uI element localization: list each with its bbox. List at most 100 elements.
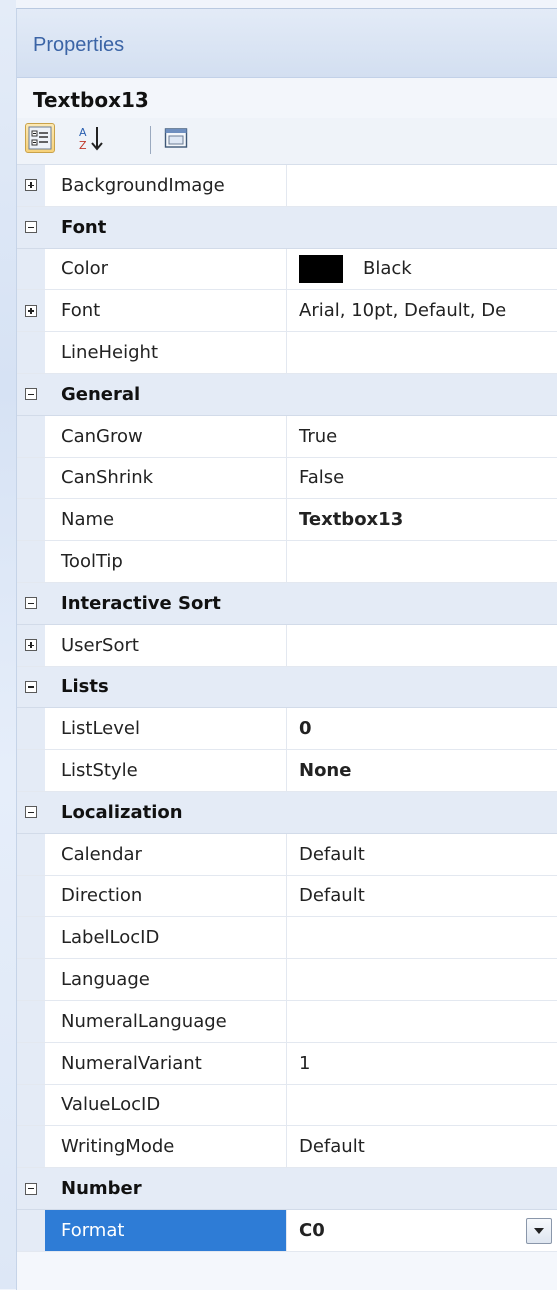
alphabetical-button[interactable]: A Z	[77, 123, 107, 153]
property-name[interactable]: CanShrink	[45, 457, 287, 499]
property-name[interactable]: Format	[45, 1209, 287, 1251]
property-value[interactable]: None	[287, 750, 557, 791]
property-value[interactable]	[287, 541, 557, 582]
category-number[interactable]: Number	[17, 1168, 557, 1210]
property-value[interactable]	[287, 332, 557, 373]
property-row-font[interactable]: Font Arial, 10pt, Default, De	[17, 290, 557, 333]
property-row-direction[interactable]: Direction Default	[17, 875, 557, 918]
property-value[interactable]: Default	[287, 834, 557, 875]
property-name[interactable]: Language	[45, 959, 287, 1000]
property-value[interactable]	[287, 959, 557, 1000]
collapse-icon[interactable]	[25, 806, 37, 819]
object-selector[interactable]: Textbox13	[17, 78, 557, 118]
property-name[interactable]: Font	[45, 290, 287, 332]
property-name[interactable]: NumeralLanguage	[45, 1000, 287, 1042]
gutter	[17, 1000, 45, 1042]
property-row-numeralvariant[interactable]: NumeralVariant 1	[17, 1042, 557, 1085]
property-value-text: Default	[299, 885, 365, 907]
svg-text:Z: Z	[79, 139, 87, 152]
property-row-language[interactable]: Language	[17, 959, 557, 1001]
gutter	[17, 206, 45, 248]
gutter	[17, 1084, 45, 1126]
property-name[interactable]: ListLevel	[45, 708, 287, 750]
property-name[interactable]: NumeralVariant	[45, 1042, 287, 1084]
category-label: Number	[61, 1178, 142, 1200]
property-pages-button[interactable]	[161, 123, 191, 153]
gutter	[17, 541, 45, 582]
property-name[interactable]: BackgroundImage	[45, 165, 287, 206]
collapse-icon[interactable]	[25, 221, 37, 234]
property-value[interactable]	[287, 625, 557, 666]
property-value[interactable]	[287, 1085, 557, 1126]
property-row-color[interactable]: Color Black	[17, 248, 557, 291]
gutter	[17, 833, 45, 875]
property-value[interactable]: Textbox13	[287, 499, 557, 540]
property-row-listlevel[interactable]: ListLevel 0	[17, 708, 557, 751]
property-value-text: Black	[363, 258, 412, 280]
property-name[interactable]: Direction	[45, 875, 287, 917]
gutter	[17, 582, 45, 624]
expand-icon[interactable]	[25, 639, 37, 652]
property-name[interactable]: Calendar	[45, 833, 287, 875]
property-row-format[interactable]: Format C0	[17, 1209, 557, 1252]
property-value[interactable]: True	[287, 416, 557, 457]
property-value-text: Default	[299, 843, 365, 865]
dropdown-arrow-button[interactable]	[526, 1217, 552, 1244]
property-value[interactable]: Black	[287, 249, 557, 290]
collapse-icon[interactable]	[25, 1182, 37, 1195]
property-name[interactable]: ValueLocID	[45, 1084, 287, 1126]
gutter	[17, 457, 45, 499]
category-interactive-sort[interactable]: Interactive Sort	[17, 582, 557, 625]
gutter	[17, 624, 45, 666]
properties-panel: Properties Textbox13 A Z BackgroundImage…	[16, 8, 557, 1290]
property-value-text: 1	[299, 1052, 311, 1074]
collapse-icon[interactable]	[25, 597, 37, 610]
property-value[interactable]: Default	[287, 1126, 557, 1167]
property-row-tooltip[interactable]: ToolTip	[17, 541, 557, 583]
property-value[interactable]	[287, 1001, 557, 1042]
property-row-cangrow[interactable]: CanGrow True	[17, 415, 557, 458]
property-row-canshrink[interactable]: CanShrink False	[17, 457, 557, 500]
property-row-backgroundimage[interactable]: BackgroundImage	[17, 165, 557, 207]
property-row-numerallanguage[interactable]: NumeralLanguage	[17, 1000, 557, 1043]
property-row-usersort[interactable]: UserSort	[17, 624, 557, 667]
property-name[interactable]: WritingMode	[45, 1126, 287, 1168]
property-name[interactable]: CanGrow	[45, 415, 287, 457]
property-value[interactable]: C0	[287, 1210, 557, 1251]
property-value[interactable]: Arial, 10pt, Default, De	[287, 290, 557, 331]
property-value[interactable]	[287, 165, 557, 206]
property-value[interactable]: False	[287, 458, 557, 499]
property-row-labellocid[interactable]: LabelLocID	[17, 917, 557, 960]
property-name[interactable]: LabelLocID	[45, 917, 287, 959]
property-row-calendar[interactable]: Calendar Default	[17, 833, 557, 876]
property-value[interactable]: 0	[287, 708, 557, 749]
categorized-button[interactable]	[25, 123, 55, 153]
property-name[interactable]: ToolTip	[45, 541, 287, 582]
category-localization[interactable]: Localization	[17, 791, 557, 834]
property-value[interactable]: Default	[287, 876, 557, 917]
collapse-icon[interactable]	[25, 388, 37, 401]
property-name[interactable]: Name	[45, 499, 287, 541]
property-row-lineheight[interactable]: LineHeight	[17, 332, 557, 374]
property-name[interactable]: ListStyle	[45, 750, 287, 791]
category-font[interactable]: Font	[17, 206, 557, 249]
gutter	[17, 165, 45, 206]
expand-icon[interactable]	[25, 304, 37, 317]
property-value[interactable]	[287, 917, 557, 958]
property-pages-icon	[164, 128, 188, 148]
property-name[interactable]: LineHeight	[45, 332, 287, 373]
category-general[interactable]: General	[17, 373, 557, 416]
collapse-icon[interactable]	[25, 680, 37, 693]
property-value-text: True	[299, 425, 338, 447]
property-name[interactable]: UserSort	[45, 624, 287, 666]
property-value[interactable]: 1	[287, 1043, 557, 1084]
category-label: Font	[61, 216, 107, 238]
property-row-name[interactable]: Name Textbox13	[17, 499, 557, 542]
property-row-liststyle[interactable]: ListStyle None	[17, 750, 557, 792]
property-row-valuelocid[interactable]: ValueLocID	[17, 1084, 557, 1127]
expand-icon[interactable]	[25, 179, 37, 192]
background-decoration	[0, 0, 16, 1289]
property-name[interactable]: Color	[45, 248, 287, 290]
property-row-writingmode[interactable]: WritingMode Default	[17, 1126, 557, 1169]
category-lists[interactable]: Lists	[17, 666, 557, 709]
